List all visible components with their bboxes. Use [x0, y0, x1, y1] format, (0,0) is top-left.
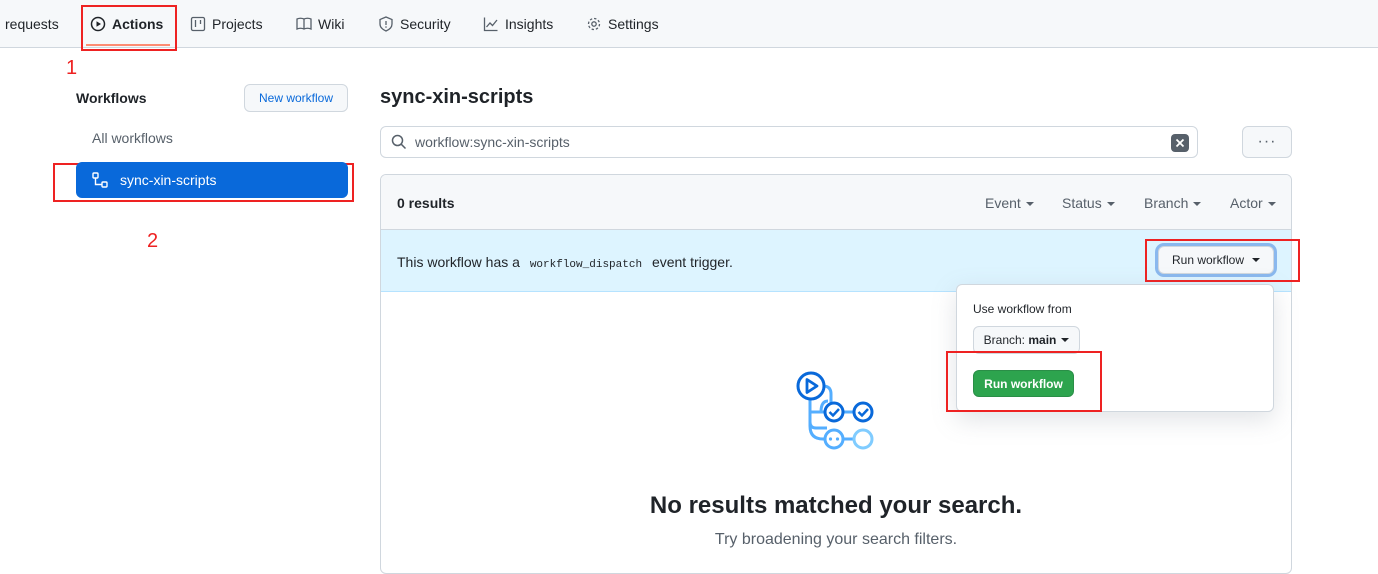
dispatch-code: workflow_dispatch [529, 259, 643, 271]
caret-down-icon [1061, 338, 1070, 342]
annotation-box-3 [1145, 239, 1300, 282]
branch-name: main [1028, 333, 1057, 347]
page-title: sync-xin-scripts [380, 86, 534, 108]
caret-down-icon [1025, 202, 1034, 207]
search-input[interactable] [413, 133, 1177, 151]
search-icon [391, 134, 407, 150]
tab-pull-requests-label: requests [5, 15, 59, 32]
empty-state-subtitle: Try broadening your search filters. [714, 531, 958, 548]
tab-projects[interactable]: Projects [190, 0, 263, 47]
tab-settings-label: Settings [608, 15, 659, 32]
workflow-icon [92, 172, 108, 188]
filter-status[interactable]: Status [1062, 195, 1115, 211]
table-icon [190, 16, 206, 31]
graph-icon [483, 17, 498, 31]
filter-branch[interactable]: Branch [1144, 195, 1202, 211]
tab-insights[interactable]: Insights [483, 0, 553, 47]
book-icon [296, 17, 312, 30]
tab-wiki[interactable]: Wiki [296, 0, 344, 47]
filter-event[interactable]: Event [985, 195, 1034, 211]
annotation-box-4 [946, 351, 1102, 412]
tab-security[interactable]: Security [378, 0, 451, 47]
dispatch-message: This workflow has a workflow_dispatch ev… [397, 254, 733, 271]
filter-actor[interactable]: Actor [1230, 195, 1276, 211]
branch-select-button[interactable]: Branch: main [973, 326, 1080, 354]
caret-down-icon [1106, 202, 1115, 207]
branch-prefix: Branch: [983, 333, 1025, 347]
tab-insights-label: Insights [505, 15, 554, 32]
selected-workflow-label: sync-xin-scripts [120, 172, 217, 188]
tab-security-label: Security [400, 15, 451, 32]
dispatch-suffix: event trigger. [651, 254, 733, 270]
filter-actor-label: Actor [1230, 195, 1263, 211]
filter-event-label: Event [985, 195, 1021, 211]
results-header: 0 results Event Status Branch Actor [381, 175, 1291, 230]
repo-nav-bar: requests Actions Projects Wiki Security … [0, 0, 1378, 48]
more-options-button[interactable]: ··· [1242, 126, 1292, 158]
search-field[interactable] [380, 126, 1198, 158]
tab-wiki-label: Wiki [318, 15, 345, 32]
use-workflow-from-label: Use workflow from [973, 302, 1072, 316]
filter-branch-label: Branch [1144, 195, 1189, 211]
clear-search-button[interactable] [1171, 134, 1189, 152]
caret-down-icon [1193, 202, 1202, 207]
new-workflow-button[interactable]: New workflow [244, 84, 348, 112]
tab-projects-label: Projects [212, 15, 263, 32]
empty-state-title: No results matched your search. [649, 492, 1023, 519]
close-icon [1175, 138, 1185, 148]
tab-settings[interactable]: Settings [586, 0, 659, 47]
results-count: 0 results [397, 195, 455, 211]
shield-icon [379, 15, 393, 32]
annotation-number-1: 1 [66, 57, 78, 79]
caret-down-icon [1267, 202, 1276, 207]
dispatch-prefix: This workflow has a [397, 254, 520, 270]
gear-icon [587, 17, 601, 30]
actions-workflow-icon [796, 371, 874, 450]
filter-status-label: Status [1062, 195, 1102, 211]
sidebar-item-sync-xin-scripts[interactable]: sync-xin-scripts [76, 162, 348, 198]
sidebar-item-all-workflows[interactable]: All workflows [92, 130, 173, 146]
sidebar-title: Workflows [76, 90, 147, 106]
annotation-number-2: 2 [147, 230, 159, 252]
annotation-box-1 [81, 5, 177, 51]
tab-pull-requests[interactable]: requests [5, 0, 59, 47]
